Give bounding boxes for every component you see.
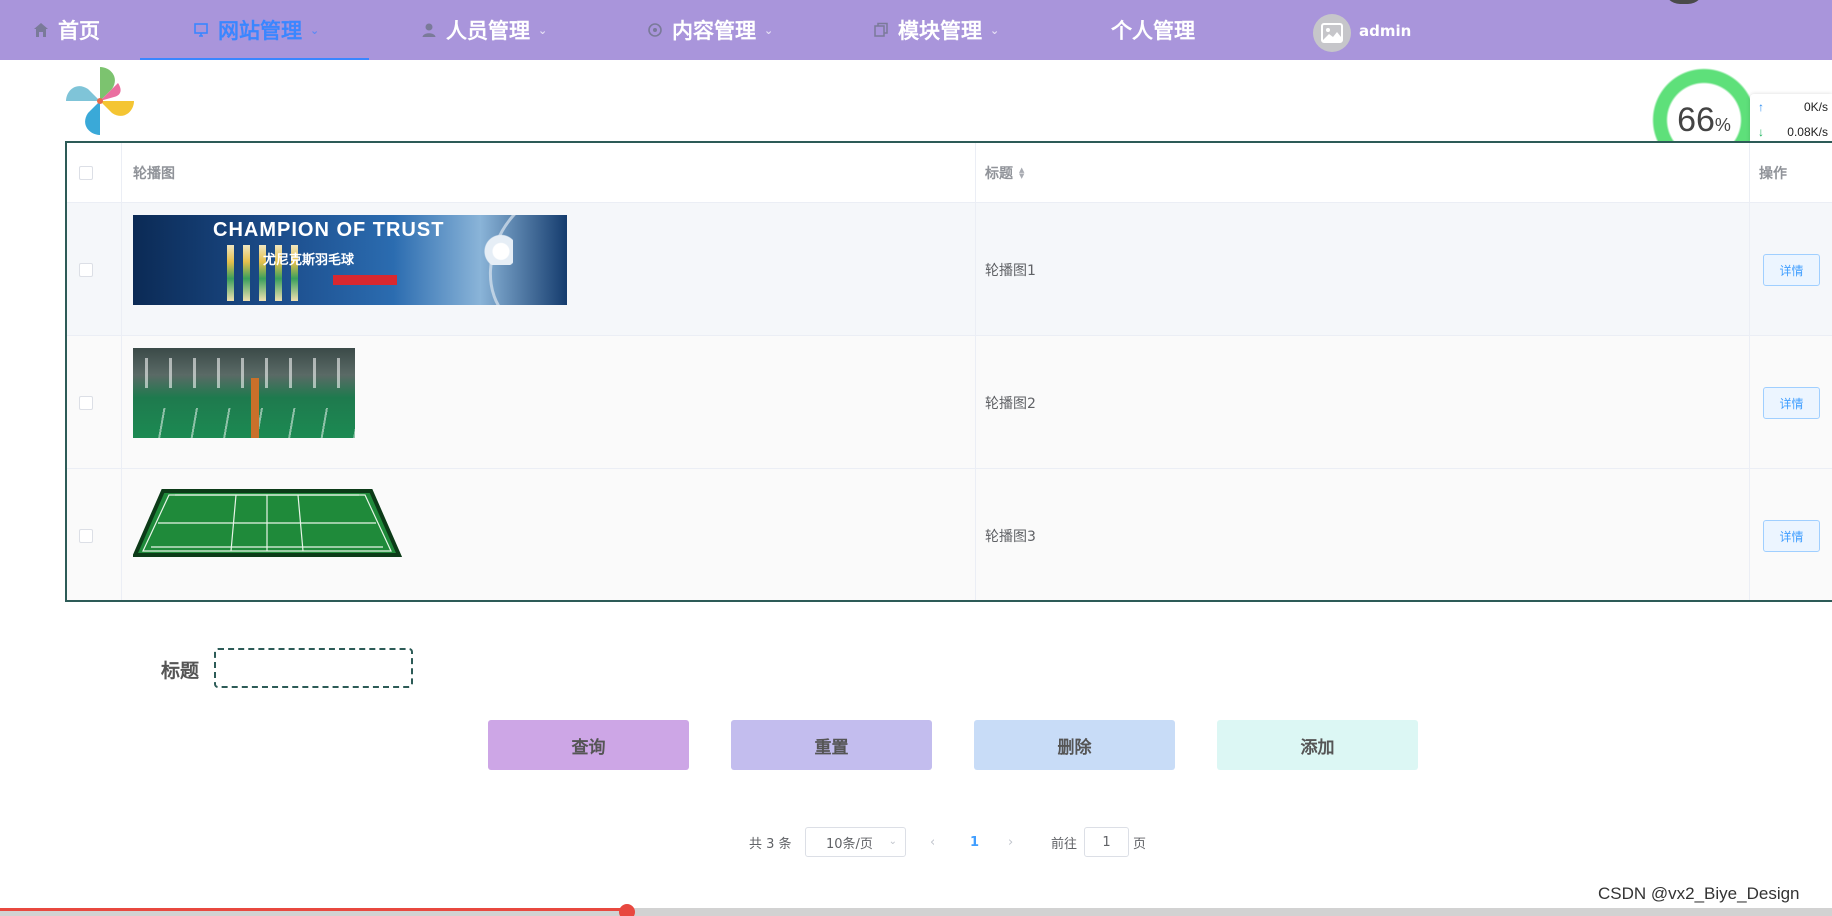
nav-label-home: 首页 — [58, 19, 100, 43]
page-size-value: 10条/页 — [826, 836, 873, 852]
pinwheel-logo — [66, 67, 134, 135]
header-title: 标题 — [985, 166, 1013, 182]
column-divider — [1749, 143, 1750, 600]
row-checkbox[interactable] — [79, 528, 93, 543]
next-page-icon[interactable]: › — [1008, 826, 1013, 858]
title-input[interactable] — [214, 648, 413, 688]
query-button[interactable]: 查询 — [488, 720, 689, 770]
detail-button[interactable]: 详情 — [1763, 254, 1820, 286]
row-title: 轮播图1 — [985, 262, 1036, 279]
table-row: 轮播图2 详情 — [67, 336, 1832, 469]
header-image: 轮播图 — [133, 166, 175, 182]
sort-icon[interactable]: ▲ ▼ — [1019, 167, 1024, 180]
chevron-down-icon: ⌄ — [764, 23, 774, 37]
arrow-up-icon: ↑ — [1758, 99, 1764, 114]
prev-page-icon[interactable]: ‹ — [930, 826, 935, 858]
current-page[interactable]: 1 — [970, 826, 979, 858]
nav-item-content[interactable]: 内容管理 ⌄ — [646, 0, 773, 60]
row-checkbox[interactable] — [79, 262, 93, 277]
row-title: 轮播图3 — [985, 528, 1036, 545]
banner-image-title: CHAMPION OF TRUST — [213, 219, 445, 241]
court-image — [133, 489, 403, 557]
download-speed: 0.08K/s — [1787, 124, 1828, 139]
arrow-down-icon: ↓ — [1758, 124, 1764, 139]
monitor-icon — [192, 21, 210, 39]
row-select-cell — [79, 203, 93, 336]
nav-label-website: 网站管理 — [218, 19, 302, 43]
chevron-down-icon: ⌄ — [538, 23, 548, 37]
nav-label-content: 内容管理 — [672, 19, 756, 43]
header-action: 操作 — [1759, 166, 1787, 182]
row-title: 轮播图2 — [985, 395, 1036, 412]
delete-button[interactable]: 删除 — [974, 720, 1175, 770]
speed-box: ↑ 0K/s ↓ 0.08K/s — [1750, 94, 1832, 148]
banner-image-subtitle: 尤尼克斯羽毛球 — [263, 253, 355, 268]
copy-icon — [872, 21, 890, 39]
watermark: CSDN @vx2_Biye_Design — [1598, 884, 1800, 903]
table-row: 轮播图3 详情 — [67, 469, 1832, 600]
banner-table: 轮播图 标题 ▲ ▼ 操作 CHAMPION OF TRUST 尤尼克斯羽毛球 轮… — [65, 141, 1832, 602]
column-divider — [975, 143, 976, 600]
nav-item-personal[interactable]: 个人管理 — [1111, 0, 1195, 60]
nav-item-website[interactable]: 网站管理 ⌄ — [139, 0, 370, 60]
username[interactable]: admin — [1359, 22, 1411, 40]
nav-item-personnel[interactable]: 人员管理 ⌄ — [420, 0, 547, 60]
nav-label-personal: 个人管理 — [1111, 19, 1195, 43]
banner-image: CHAMPION OF TRUST 尤尼克斯羽毛球 — [133, 215, 567, 305]
user-icon — [420, 21, 438, 39]
nav-item-module[interactable]: 模块管理 ⌄ — [872, 0, 999, 60]
page-size-select[interactable]: 10条/页 ⌄ — [805, 827, 906, 857]
chevron-down-icon: ⌄ — [990, 23, 1000, 37]
detail-button[interactable]: 详情 — [1763, 520, 1820, 552]
upload-speed: 0K/s — [1803, 99, 1828, 114]
chevron-down-icon: ⌄ — [310, 23, 320, 37]
goto-page-input[interactable] — [1084, 827, 1129, 857]
add-button[interactable]: 添加 — [1217, 720, 1418, 770]
circle-icon — [646, 21, 664, 39]
avatar[interactable] — [1313, 14, 1351, 52]
home-icon — [32, 21, 50, 39]
detail-button[interactable]: 详情 — [1763, 387, 1820, 419]
row-select-cell — [79, 336, 93, 469]
select-all-checkbox[interactable] — [79, 166, 93, 180]
chevron-down-icon: ⌄ — [888, 836, 897, 847]
row-checkbox[interactable] — [79, 395, 93, 410]
gym-image — [133, 348, 355, 438]
progress-handle[interactable] — [619, 904, 635, 916]
nav-item-home[interactable]: 首页 — [32, 0, 100, 60]
video-progress-bar[interactable] — [0, 904, 1832, 916]
nav-label-module: 模块管理 — [898, 19, 982, 43]
select-all-cell — [79, 143, 93, 203]
row-select-cell — [79, 469, 93, 600]
header-title-wrap[interactable]: 标题 ▲ ▼ — [985, 143, 1024, 203]
pagination-total: 共 3 条 — [749, 836, 792, 852]
table-header: 轮播图 标题 ▲ ▼ 操作 — [67, 143, 1832, 203]
title-label: 标题 — [161, 660, 200, 682]
page-suffix: 页 — [1133, 836, 1147, 852]
progress-fill — [0, 908, 627, 911]
top-nav: 首页 网站管理 ⌄ 人员管理 ⌄ 内容管理 ⌄ 模块管理 ⌄ 个人管理 admi… — [0, 0, 1832, 60]
reset-button[interactable]: 重置 — [731, 720, 932, 770]
goto-label: 前往 — [1051, 836, 1078, 852]
gauge-percent: 66 — [1677, 100, 1715, 139]
window-control — [1664, 0, 1704, 4]
gauge-percent-unit: % — [1714, 114, 1731, 135]
nav-label-personnel: 人员管理 — [446, 19, 530, 43]
image-icon — [1321, 23, 1343, 43]
table-row: CHAMPION OF TRUST 尤尼克斯羽毛球 轮播图1 详情 — [67, 203, 1832, 336]
column-divider — [121, 143, 122, 600]
